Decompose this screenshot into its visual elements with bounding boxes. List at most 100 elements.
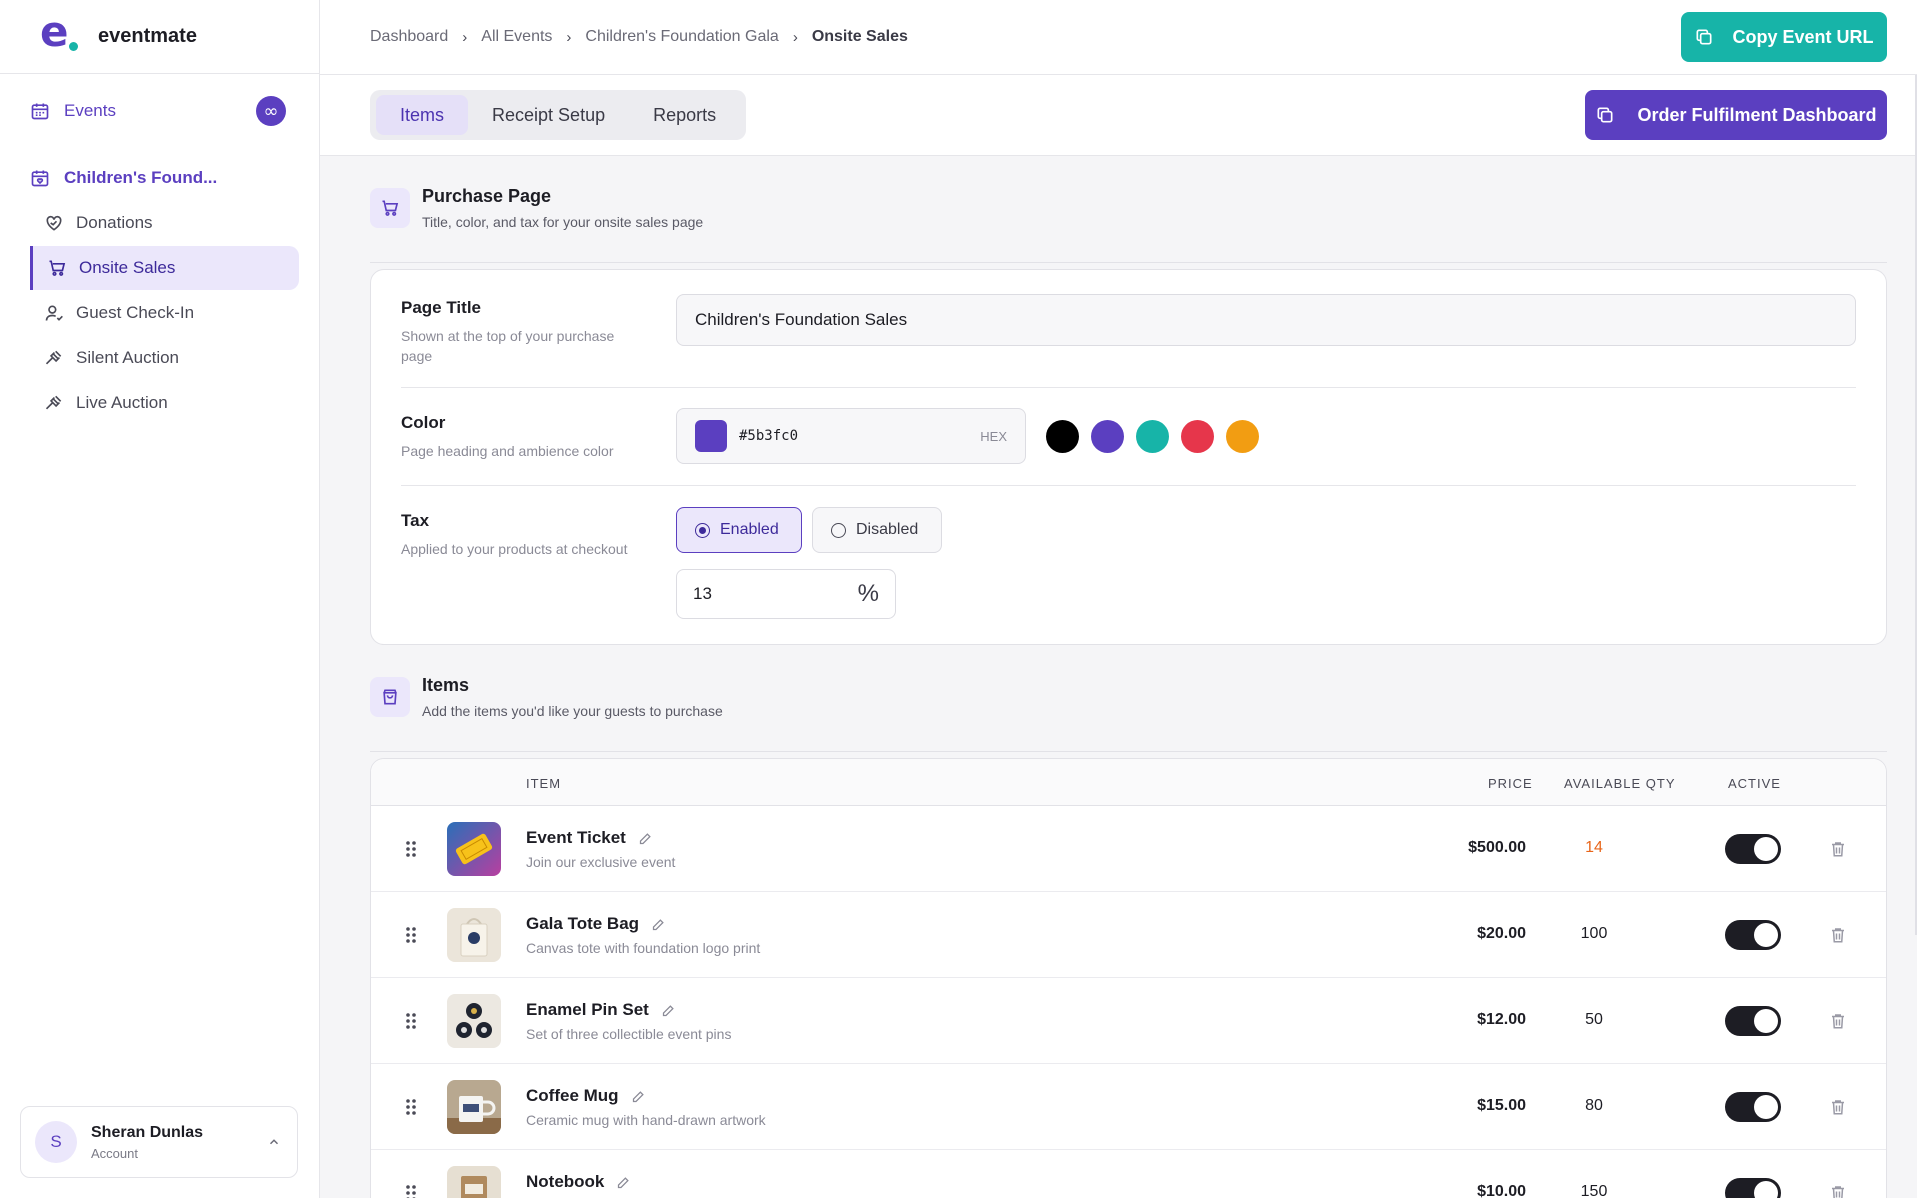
item-name[interactable]: Notebook — [526, 1172, 631, 1192]
section-title: Items — [422, 675, 470, 695]
table-row[interactable]: Gala Tote Bag Canvas tote with foundatio… — [371, 892, 1886, 978]
sidebar-item-guest-check-in[interactable]: Guest Check-In — [30, 291, 299, 335]
table-row[interactable]: Event Ticket Join our exclusive event $5… — [371, 806, 1886, 892]
field-help: Applied to your products at checkout — [401, 541, 628, 557]
trash-icon[interactable] — [1829, 1011, 1847, 1031]
color-hex-input[interactable]: #5b3fc0 HEX — [676, 408, 1026, 464]
trash-icon[interactable] — [1829, 839, 1847, 859]
copy-event-url-button[interactable]: Copy Event URL — [1681, 12, 1887, 62]
tax-rate-input[interactable]: 13 % — [676, 569, 896, 619]
item-name[interactable]: Coffee Mug — [526, 1086, 646, 1106]
tabs: Items Receipt Setup Reports — [370, 90, 747, 140]
table-row[interactable]: Enamel Pin Set Set of three collectible … — [371, 978, 1886, 1064]
pencil-icon[interactable] — [651, 917, 666, 932]
color-swatch-red[interactable] — [1181, 420, 1214, 453]
page-title-input[interactable]: Children's Foundation Sales — [676, 294, 1856, 346]
item-name-text: Enamel Pin Set — [526, 1000, 649, 1019]
tax-disabled-radio[interactable]: Disabled — [812, 507, 942, 553]
user-check-icon — [44, 303, 64, 323]
item-price: $10.00 — [1477, 1183, 1526, 1198]
item-name[interactable]: Enamel Pin Set — [526, 1000, 676, 1020]
item-qty: 150 — [1580, 1183, 1608, 1198]
trash-icon[interactable] — [1829, 925, 1847, 945]
active-toggle[interactable] — [1725, 834, 1781, 864]
order-fulfilment-dashboard-button[interactable]: Order Fulfilment Dashboard — [1585, 90, 1887, 140]
item-price: $500.00 — [1468, 839, 1526, 856]
order-fulfilment-label: Order Fulfilment Dashboard — [1637, 104, 1877, 125]
pencil-icon[interactable] — [631, 1089, 646, 1104]
items-table: ITEM PRICE AVAILABLE QTY ACTIVE Event Ti… — [370, 758, 1887, 1198]
item-description: Ceramic mug with hand-drawn artwork — [526, 1112, 766, 1128]
divider — [401, 387, 1856, 388]
hex-suffix: HEX — [980, 428, 1007, 444]
tab-receipt-setup[interactable]: Receipt Setup — [468, 95, 629, 135]
drag-handle-icon[interactable] — [405, 1011, 417, 1031]
tab-items[interactable]: Items — [376, 95, 469, 135]
sidebar-current-event[interactable]: Children's Found... — [30, 160, 217, 196]
drag-handle-icon[interactable] — [405, 925, 417, 945]
color-swatch-black[interactable] — [1046, 420, 1079, 453]
sidebar-item-live-auction[interactable]: Live Auction — [30, 381, 299, 425]
item-price: $12.00 — [1477, 1011, 1526, 1028]
item-qty: 14 — [1585, 839, 1603, 856]
table-row[interactable]: Coffee Mug Ceramic mug with hand-drawn a… — [371, 1064, 1886, 1150]
item-name[interactable]: Gala Tote Bag — [526, 914, 666, 934]
sidebar-item-donations[interactable]: Donations — [30, 201, 299, 245]
field-label: Color — [401, 413, 446, 432]
table-header: ITEM PRICE AVAILABLE QTY ACTIVE — [371, 759, 1886, 806]
radio-empty-icon — [831, 522, 846, 538]
trash-icon[interactable] — [1829, 1097, 1847, 1117]
account-menu[interactable]: S Sheran Dunlas Account — [20, 1106, 298, 1178]
pencil-icon[interactable] — [616, 1175, 631, 1190]
chevron-up-icon[interactable] — [267, 1135, 281, 1149]
item-price: $20.00 — [1477, 925, 1526, 942]
sidebar-item-label: Live Auction — [76, 393, 168, 412]
item-name[interactable]: Event Ticket — [526, 828, 653, 848]
color-swatch-purple[interactable] — [1091, 420, 1124, 453]
color-swatch-orange[interactable] — [1226, 420, 1259, 453]
tab-reports[interactable]: Reports — [629, 95, 740, 135]
drag-handle-icon[interactable] — [405, 1183, 417, 1198]
color-swatch-teal[interactable] — [1136, 420, 1169, 453]
breadcrumb-all-events[interactable]: All Events — [481, 28, 552, 46]
sidebar-item-silent-auction[interactable]: Silent Auction — [30, 336, 299, 380]
tax-enabled-radio[interactable]: Enabled — [676, 507, 802, 553]
active-toggle[interactable] — [1725, 920, 1781, 950]
copy-event-url-label: Copy Event URL — [1732, 26, 1874, 47]
infinity-badge[interactable]: ∞ — [256, 96, 286, 126]
color-hex-value: #5b3fc0 — [739, 428, 799, 444]
sidebar-item-events[interactable]: Events ∞ — [30, 92, 286, 130]
trash-icon[interactable] — [1829, 1183, 1847, 1198]
section-subtitle: Add the items you'd like your guests to … — [422, 703, 723, 719]
pencil-icon[interactable] — [661, 1003, 676, 1018]
item-image-pin-set — [447, 994, 501, 1048]
column-header-active: ACTIVE — [1728, 776, 1781, 791]
item-qty: 100 — [1580, 925, 1608, 942]
breadcrumb-event[interactable]: Children's Foundation Gala — [585, 28, 778, 46]
drag-handle-icon[interactable] — [405, 839, 417, 859]
item-image-notebook — [447, 1166, 501, 1198]
breadcrumb: Dashboard › All Events › Children's Foun… — [370, 28, 908, 46]
item-image-coffee-mug — [447, 1080, 501, 1134]
active-toggle[interactable] — [1725, 1178, 1781, 1198]
gavel-icon — [44, 348, 64, 368]
active-toggle[interactable] — [1725, 1092, 1781, 1122]
drag-handle-icon[interactable] — [405, 1097, 417, 1117]
breadcrumb-dashboard[interactable]: Dashboard — [370, 28, 448, 46]
purchase-page-header: Purchase Page Title, color, and tax for … — [370, 186, 1887, 263]
chevron-right-icon: › — [792, 28, 798, 46]
item-image-tote-bag — [447, 908, 501, 962]
sidebar: e eventmate Events ∞ Children's Found...… — [0, 0, 320, 1198]
copy-icon — [1694, 27, 1714, 47]
item-description: Set of three collectible event pins — [526, 1026, 732, 1042]
table-row[interactable]: Notebook $10.00 150 — [371, 1150, 1886, 1198]
color-preview — [695, 420, 727, 452]
logo[interactable]: e eventmate — [0, 0, 319, 74]
pencil-icon[interactable] — [638, 831, 653, 846]
sidebar-item-onsite-sales[interactable]: Onsite Sales — [30, 246, 299, 290]
item-qty: 50 — [1585, 1011, 1603, 1028]
item-description: Canvas tote with foundation logo print — [526, 940, 761, 956]
item-name-text: Notebook — [526, 1172, 605, 1191]
copy-icon — [1595, 105, 1615, 125]
active-toggle[interactable] — [1725, 1006, 1781, 1036]
